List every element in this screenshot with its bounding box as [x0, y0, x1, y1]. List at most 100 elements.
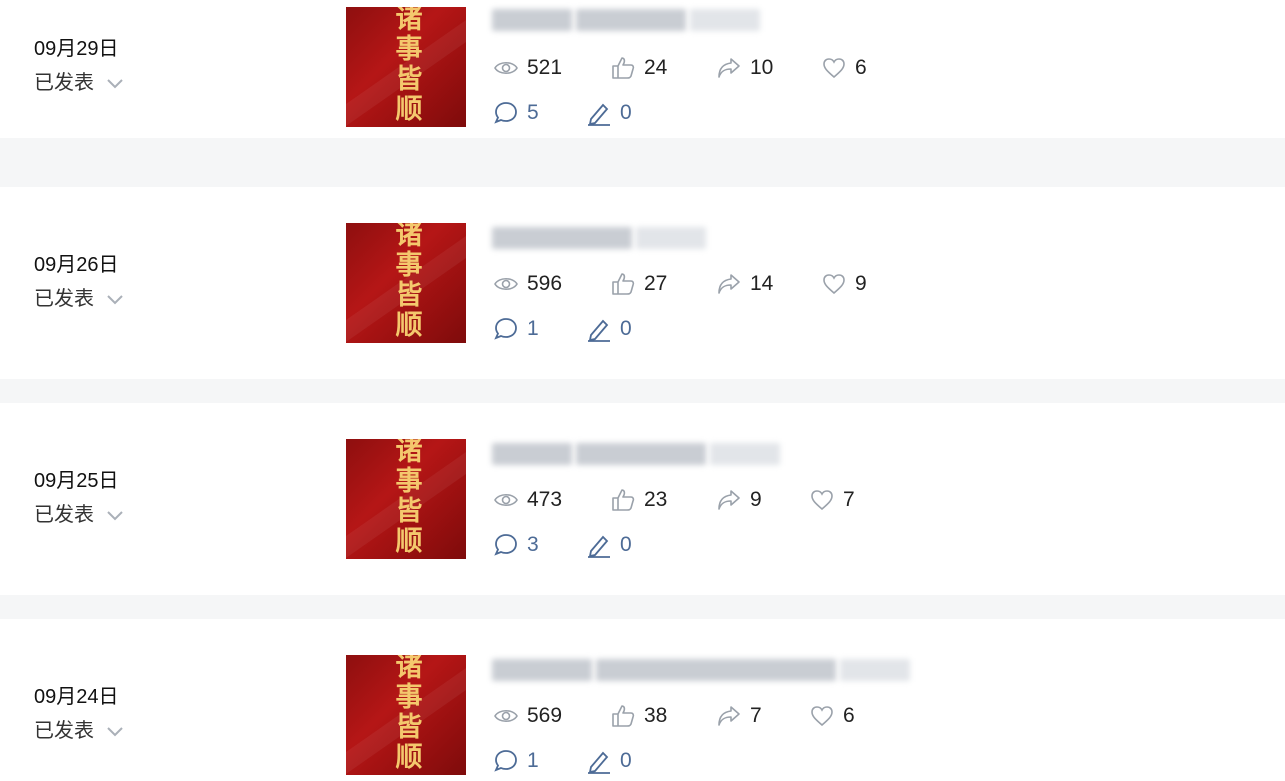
shares-count: 14: [750, 272, 774, 295]
shares-count: 9: [750, 488, 762, 511]
status-label: 已发表: [34, 72, 94, 94]
likes-stat: 27: [610, 271, 667, 297]
status-label: 已发表: [34, 720, 94, 742]
comments-stat[interactable]: 5: [493, 100, 539, 126]
thumbs-up-icon: [612, 57, 635, 79]
favorites-count: 6: [855, 56, 867, 79]
comment-icon: [494, 318, 517, 340]
status-label: 已发表: [34, 504, 94, 526]
views-count: 596: [527, 272, 563, 295]
share-icon: [718, 58, 740, 78]
edits-stat[interactable]: 0: [586, 748, 632, 774]
edits-count: 0: [620, 749, 632, 772]
status-label: 已发表: [34, 288, 94, 310]
heart-icon: [811, 706, 833, 727]
post-title-blurred[interactable]: [492, 5, 760, 35]
post-date: 09月25日: [34, 470, 119, 492]
pen-icon: [588, 535, 610, 558]
shares-stat: 10: [716, 55, 773, 81]
post-card: 09月29日 已发表 诸事皆顺 521 24 10 6 5 0: [0, 0, 1285, 138]
edits-stat[interactable]: 0: [586, 316, 632, 342]
comments-stat[interactable]: 3: [493, 532, 539, 558]
chevron-down-icon: [107, 79, 123, 89]
thumbs-up-icon: [612, 489, 635, 511]
comment-icon: [494, 534, 517, 556]
chevron-down-icon: [107, 295, 123, 305]
edits-stat[interactable]: 0: [586, 100, 632, 126]
comment-icon: [494, 750, 517, 772]
thumbs-up-icon: [612, 273, 635, 295]
post-thumbnail[interactable]: 诸事皆顺: [346, 655, 466, 775]
favorites-stat: 6: [821, 55, 867, 81]
views-stat: 569: [493, 703, 562, 729]
likes-count: 23: [644, 488, 668, 511]
edits-stat[interactable]: 0: [586, 532, 632, 558]
share-icon: [718, 706, 740, 726]
heart-icon: [823, 274, 845, 295]
comments-count: 1: [527, 749, 539, 772]
likes-stat: 24: [610, 55, 667, 81]
post-title-blurred[interactable]: [492, 223, 706, 253]
favorites-count: 6: [843, 704, 855, 727]
post-card: 09月25日 已发表 诸事皆顺 473 23 9 7 3 0: [0, 403, 1285, 595]
favorites-stat: 7: [809, 487, 855, 513]
chevron-down-icon: [107, 511, 123, 521]
share-icon: [718, 490, 740, 510]
shares-count: 7: [750, 704, 762, 727]
post-title-blurred[interactable]: [492, 439, 780, 469]
edits-count: 0: [620, 533, 632, 556]
favorites-stat: 9: [821, 271, 867, 297]
pen-icon: [588, 319, 610, 342]
views-stat: 521: [493, 55, 562, 81]
date-status-block: 09月25日 已发表: [34, 469, 124, 527]
share-icon: [718, 274, 740, 294]
comments-stat[interactable]: 1: [493, 748, 539, 774]
thumbs-up-icon: [612, 705, 635, 727]
comments-count: 5: [527, 101, 539, 124]
post-card: 09月24日 已发表 诸事皆顺 569 38 7 6 1 0: [0, 619, 1285, 781]
post-date: 09月26日: [34, 254, 119, 276]
shares-stat: 14: [716, 271, 773, 297]
heart-icon: [811, 490, 833, 511]
likes-count: 27: [644, 272, 668, 295]
shares-count: 10: [750, 56, 774, 79]
comment-icon: [494, 102, 517, 124]
chevron-down-icon: [107, 727, 123, 737]
eye-icon: [494, 277, 518, 291]
edits-count: 0: [620, 101, 632, 124]
post-thumbnail[interactable]: 诸事皆顺: [346, 439, 466, 559]
edits-count: 0: [620, 317, 632, 340]
date-status-block: 09月26日 已发表: [34, 253, 124, 311]
date-status-block: 09月24日 已发表: [34, 685, 124, 743]
pen-icon: [588, 103, 610, 126]
status-dropdown[interactable]: 已发表: [34, 287, 124, 311]
comments-stat[interactable]: 1: [493, 316, 539, 342]
favorites-stat: 6: [809, 703, 855, 729]
thumbnail-text: 诸事皆顺: [395, 223, 423, 341]
post-date: 09月29日: [34, 38, 119, 60]
favorites-count: 7: [843, 488, 855, 511]
shares-stat: 9: [716, 487, 762, 513]
post-thumbnail[interactable]: 诸事皆顺: [346, 7, 466, 127]
post-thumbnail[interactable]: 诸事皆顺: [346, 223, 466, 343]
thumbnail-text: 诸事皆顺: [395, 7, 423, 125]
status-dropdown[interactable]: 已发表: [34, 71, 124, 95]
favorites-count: 9: [855, 272, 867, 295]
eye-icon: [494, 709, 518, 723]
status-dropdown[interactable]: 已发表: [34, 503, 124, 527]
post-date: 09月24日: [34, 686, 119, 708]
views-count: 473: [527, 488, 563, 511]
heart-icon: [823, 58, 845, 79]
thumbnail-text: 诸事皆顺: [395, 439, 423, 557]
shares-stat: 7: [716, 703, 762, 729]
comments-count: 1: [527, 317, 539, 340]
likes-count: 24: [644, 56, 668, 79]
post-title-blurred[interactable]: [492, 655, 910, 685]
eye-icon: [494, 61, 518, 75]
date-status-block: 09月29日 已发表: [34, 37, 124, 95]
views-count: 521: [527, 56, 563, 79]
thumbnail-text: 诸事皆顺: [395, 655, 423, 773]
views-count: 569: [527, 704, 563, 727]
status-dropdown[interactable]: 已发表: [34, 719, 124, 743]
likes-count: 38: [644, 704, 668, 727]
